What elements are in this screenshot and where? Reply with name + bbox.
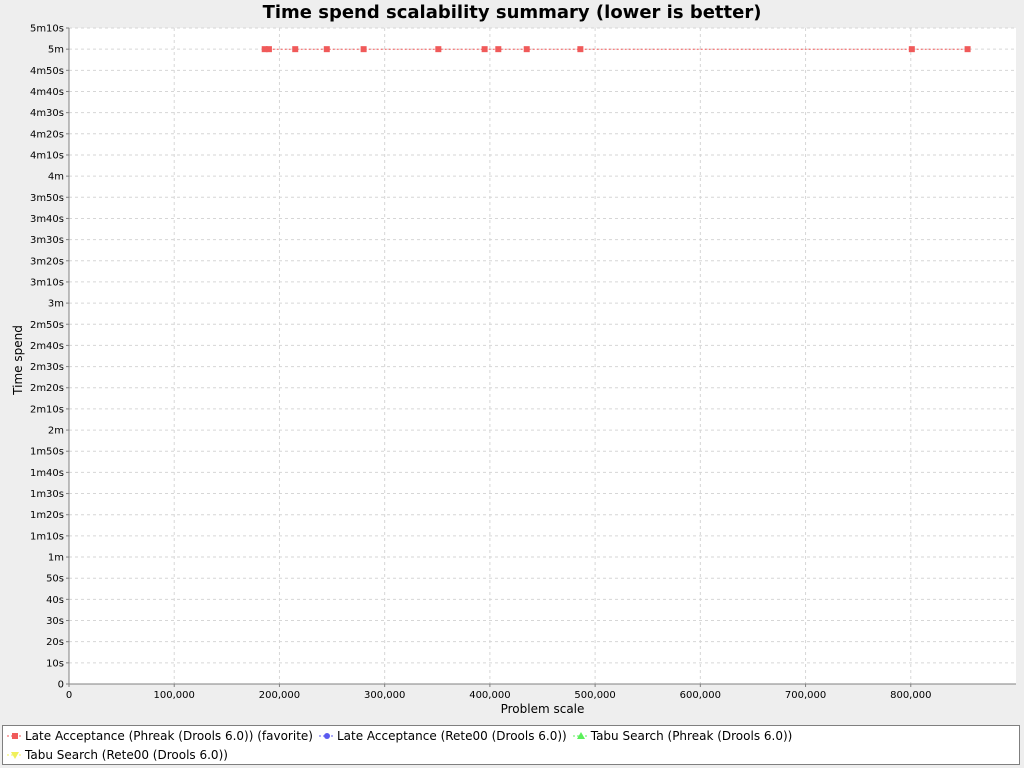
y-axis-label: Time spend <box>11 325 25 396</box>
x-tick-label: 200,000 <box>259 690 300 701</box>
y-tick-label: 2m20s <box>30 383 64 394</box>
y-tick-label: 4m50s <box>30 66 64 77</box>
legend-label: Tabu Search (Rete00 (Drools 6.0)) <box>25 748 228 762</box>
legend-item-series-2: Tabu Search (Phreak (Drools 6.0)) <box>572 729 793 743</box>
legend-marker-square-icon <box>7 733 23 739</box>
y-tick-label: 0 <box>58 680 64 691</box>
y-tick-label: 2m50s <box>30 320 64 331</box>
legend: Late Acceptance (Phreak (Drools 6.0)) (f… <box>2 725 1020 765</box>
y-tick-label: 3m30s <box>30 235 64 246</box>
data-point <box>292 46 299 53</box>
x-tick-label: 600,000 <box>680 690 721 701</box>
y-tick-label: 40s <box>46 595 64 606</box>
y-tick-label: 5m <box>48 45 64 56</box>
y-tick-label: 4m20s <box>30 129 64 140</box>
y-tick-label: 2m <box>48 426 64 437</box>
data-point <box>964 46 971 53</box>
data-point <box>323 46 330 53</box>
y-tick-label: 1m30s <box>30 489 64 500</box>
data-point <box>435 46 442 53</box>
y-tick-label: 3m50s <box>30 193 64 204</box>
legend-label: Late Acceptance (Phreak (Drools 6.0)) (f… <box>25 729 313 743</box>
y-tick-label: 1m10s <box>30 531 64 542</box>
y-tick-label: 30s <box>46 616 64 627</box>
x-tick-label: 400,000 <box>469 690 510 701</box>
y-tick-label: 3m10s <box>30 277 64 288</box>
y-tick-label: 50s <box>46 574 64 585</box>
legend-label: Tabu Search (Phreak (Drools 6.0)) <box>590 729 793 743</box>
chart-root: Time spend scalability summary (lower is… <box>0 0 1024 768</box>
y-tick-label: 1m20s <box>30 510 64 521</box>
y-tick-label: 2m30s <box>30 362 64 373</box>
y-tick-label: 1m50s <box>30 447 64 458</box>
y-tick-label: 3m20s <box>30 256 64 267</box>
x-tick-label: 300,000 <box>364 690 405 701</box>
data-point <box>360 46 367 53</box>
y-tick-label: 4m10s <box>30 150 64 161</box>
plot-area <box>69 28 1016 684</box>
y-tick-label: 3m <box>48 299 64 310</box>
x-tick-label: 800,000 <box>890 690 931 701</box>
y-tick-label: 1m40s <box>30 468 64 479</box>
x-axis-label: Problem scale <box>501 702 585 716</box>
y-tick-label: 4m40s <box>30 87 64 98</box>
data-point <box>577 46 584 53</box>
data-point <box>265 46 272 53</box>
x-tick-label: 700,000 <box>785 690 826 701</box>
y-tick-label: 10s <box>46 658 64 669</box>
chart: Time spend scalability summary (lower is… <box>0 0 1024 725</box>
data-point <box>481 46 488 53</box>
x-tick-label: 500,000 <box>574 690 615 701</box>
y-tick-label: 5m10s <box>30 24 64 35</box>
legend-marker-circle-icon <box>318 733 335 739</box>
legend-row-1: Late Acceptance (Phreak (Drools 6.0)) (f… <box>7 727 798 745</box>
legend-item-series-1: Late Acceptance (Rete00 (Drools 6.0)) <box>318 729 567 743</box>
y-tick-label: 4m <box>48 172 64 183</box>
y-tick-label: 1m <box>48 553 64 564</box>
y-tick-label: 4m30s <box>30 108 64 119</box>
legend-item-series-3: Tabu Search (Rete00 (Drools 6.0)) <box>7 748 228 762</box>
data-point <box>908 46 915 53</box>
legend-marker-triangle-down-icon <box>7 752 23 759</box>
legend-label: Late Acceptance (Rete00 (Drools 6.0)) <box>336 729 567 743</box>
legend-marker-triangle-icon <box>572 732 589 739</box>
x-tick-label: 0 <box>66 690 72 701</box>
y-tick-label: 2m40s <box>30 341 64 352</box>
x-tick-label: 100,000 <box>154 690 195 701</box>
data-point <box>495 46 502 53</box>
y-tick-label: 2m10s <box>30 404 64 415</box>
chart-title: Time spend scalability summary (lower is… <box>263 2 762 23</box>
y-tick-label: 3m40s <box>30 214 64 225</box>
y-tick-label: 20s <box>46 637 64 648</box>
legend-item-series-0: Late Acceptance (Phreak (Drools 6.0)) (f… <box>7 729 313 743</box>
data-point <box>523 46 530 53</box>
legend-row-2: Tabu Search (Rete00 (Drools 6.0)) <box>7 746 234 764</box>
